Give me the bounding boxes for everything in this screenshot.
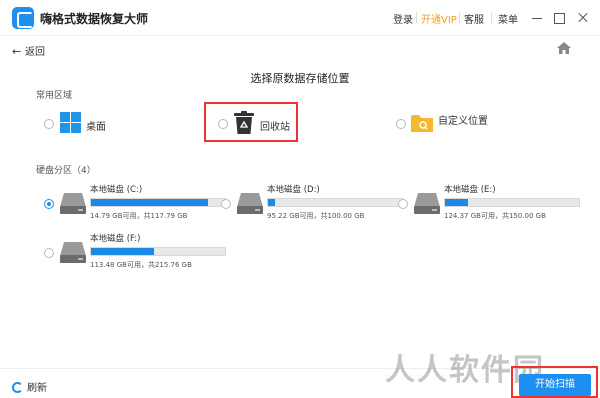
- app-title: 嗨格式数据恢复大师: [40, 12, 149, 26]
- app-logo-icon: [12, 7, 34, 29]
- drive-usage-bar: [90, 247, 226, 256]
- drive-usage-fill: [91, 248, 154, 255]
- desktop-radio[interactable]: [44, 119, 54, 129]
- maximize-icon[interactable]: [550, 9, 568, 27]
- drive-info: 95.22 GB可用，共100.00 GB: [267, 212, 365, 220]
- drive-item[interactable]: 本地磁盘 (C:) 14.79 GB可用，共117.79 GB: [50, 183, 226, 233]
- drive-info: 124.37 GB可用，共150.00 GB: [444, 212, 546, 220]
- menu-divider: [416, 12, 417, 23]
- highlight-box: [204, 102, 298, 142]
- common-area-label: 常用区域: [36, 91, 73, 101]
- vip-link[interactable]: 开通VIP: [421, 11, 457, 26]
- drive-item[interactable]: 本地磁盘 (D:) 95.22 GB可用，共100.00 GB: [227, 183, 403, 233]
- custom-location-radio[interactable]: [396, 119, 406, 129]
- refresh-button[interactable]: 刷新: [12, 379, 47, 394]
- minimize-icon[interactable]: [528, 9, 546, 27]
- drive-item[interactable]: 本地磁盘 (E:) 124.37 GB可用，共150.00 GB: [404, 183, 580, 233]
- drive-usage-bar: [444, 198, 580, 207]
- folder-search-icon: [411, 115, 433, 132]
- arrow-left-icon: ←: [12, 45, 22, 58]
- title-bar: 嗨格式数据恢复大师 登录 开通VIP 客服 菜单: [0, 0, 600, 36]
- back-button[interactable]: ← 返回: [12, 43, 45, 58]
- hard-disk-icon: [414, 193, 440, 214]
- drive-usage-fill: [91, 199, 208, 206]
- drive-name: 本地磁盘 (E:): [444, 185, 496, 195]
- windows-icon: [60, 112, 81, 133]
- disk-partitions-label: 硬盘分区（4）: [36, 166, 96, 176]
- menu-divider: [459, 12, 460, 23]
- hard-disk-icon: [237, 193, 263, 214]
- refresh-label: 刷新: [27, 383, 47, 394]
- drive-info: 14.79 GB可用，共117.79 GB: [90, 212, 188, 220]
- drive-name: 本地磁盘 (D:): [267, 185, 320, 195]
- menu-divider: [491, 12, 492, 23]
- drive-name: 本地磁盘 (F:): [90, 234, 141, 244]
- menu-link[interactable]: 菜单: [498, 11, 518, 26]
- home-icon[interactable]: [557, 42, 571, 54]
- custom-location-label[interactable]: 自定义位置: [438, 112, 488, 127]
- drive-name: 本地磁盘 (C:): [90, 185, 143, 195]
- drive-usage-bar: [90, 198, 226, 207]
- desktop-label[interactable]: 桌面: [86, 118, 106, 133]
- drive-usage-fill: [445, 199, 468, 206]
- close-icon[interactable]: [574, 9, 592, 27]
- back-label: 返回: [25, 47, 45, 58]
- hard-disk-icon: [60, 242, 86, 263]
- start-scan-button[interactable]: 开始扫描: [519, 374, 591, 396]
- drive-usage-bar: [267, 198, 403, 207]
- hard-disk-icon: [60, 193, 86, 214]
- drive-item[interactable]: 本地磁盘 (F:) 113.48 GB可用，共215.76 GB: [50, 232, 226, 282]
- service-link[interactable]: 客服: [464, 11, 484, 26]
- page-title: 选择原数据存储位置: [250, 72, 350, 85]
- login-link[interactable]: 登录: [393, 11, 413, 26]
- refresh-icon: [12, 382, 23, 393]
- drive-usage-fill: [268, 199, 275, 206]
- drive-info: 113.48 GB可用，共215.76 GB: [90, 261, 192, 269]
- toolbar: ← 返回: [0, 37, 600, 63]
